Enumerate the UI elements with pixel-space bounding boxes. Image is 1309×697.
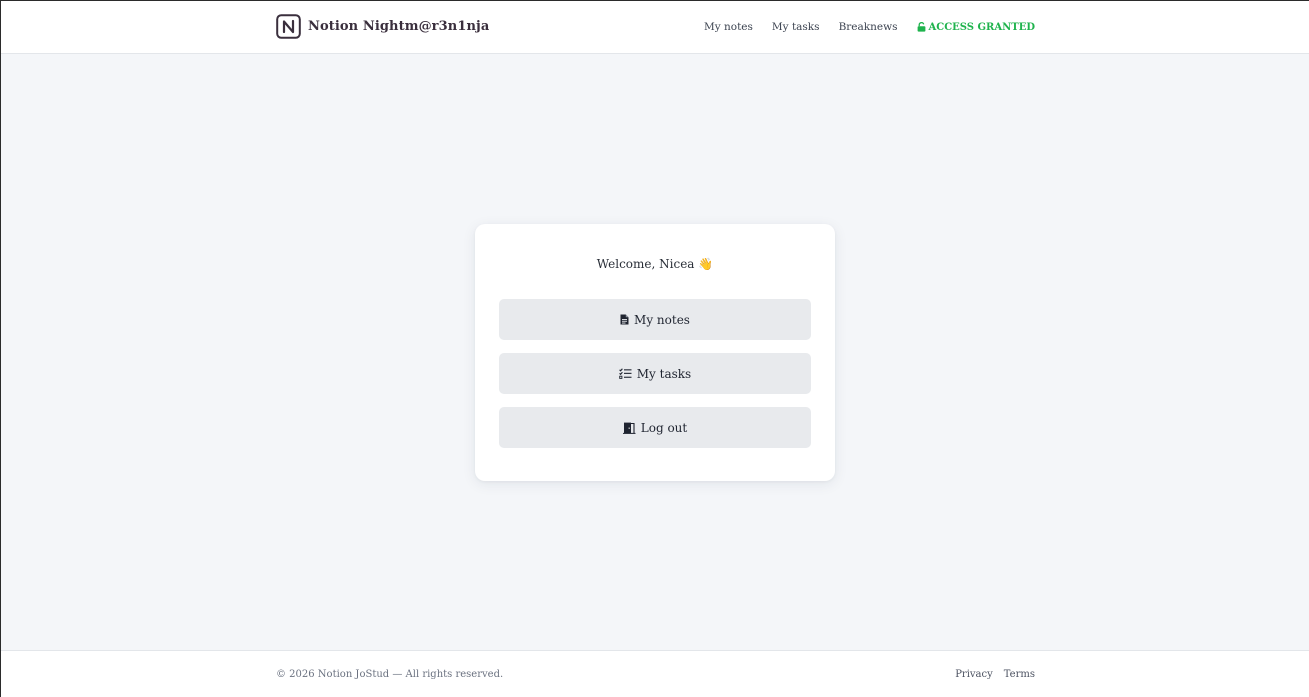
nav-my-tasks[interactable]: My tasks — [772, 21, 820, 33]
access-label: ACCESS GRANTED — [928, 21, 1036, 33]
footer-links: Privacy Terms — [955, 669, 1035, 680]
checklist-icon — [618, 368, 632, 379]
door-exit-icon — [622, 422, 636, 434]
log-out-button[interactable]: Log out — [499, 407, 811, 448]
log-out-label: Log out — [640, 420, 688, 435]
brand-name: Notion Nightm@r3n1nja — [308, 19, 490, 34]
footer-terms-link[interactable]: Terms — [1004, 669, 1035, 680]
file-icon — [620, 314, 629, 325]
nav-access-granted[interactable]: ACCESS GRANTED — [917, 21, 1036, 33]
welcome-message: Welcome, Nicea 👋 — [596, 257, 714, 271]
footer-privacy-link[interactable]: Privacy — [955, 669, 993, 680]
notion-n-icon — [276, 14, 301, 39]
welcome-card: Welcome, Nicea 👋 My notes My tasks Log o… — [475, 224, 835, 481]
my-tasks-label: My tasks — [636, 366, 692, 381]
unlock-icon — [917, 22, 925, 32]
main-nav: My notes My tasks Breaknews ACCESS GRANT… — [704, 21, 1035, 33]
nav-my-notes[interactable]: My notes — [704, 21, 753, 33]
my-notes-button[interactable]: My notes — [499, 299, 811, 340]
page-footer: © 2026 Notion JoStud — All rights reserv… — [1, 650, 1309, 697]
top-header: Notion Nightm@r3n1nja My notes My tasks … — [1, 1, 1309, 54]
nav-breaknews[interactable]: Breaknews — [839, 21, 898, 33]
my-notes-label: My notes — [634, 312, 690, 327]
copyright-text: © 2026 Notion JoStud — All rights reserv… — [276, 669, 504, 680]
brand-link[interactable]: Notion Nightm@r3n1nja — [276, 14, 489, 39]
my-tasks-button[interactable]: My tasks — [499, 353, 811, 394]
